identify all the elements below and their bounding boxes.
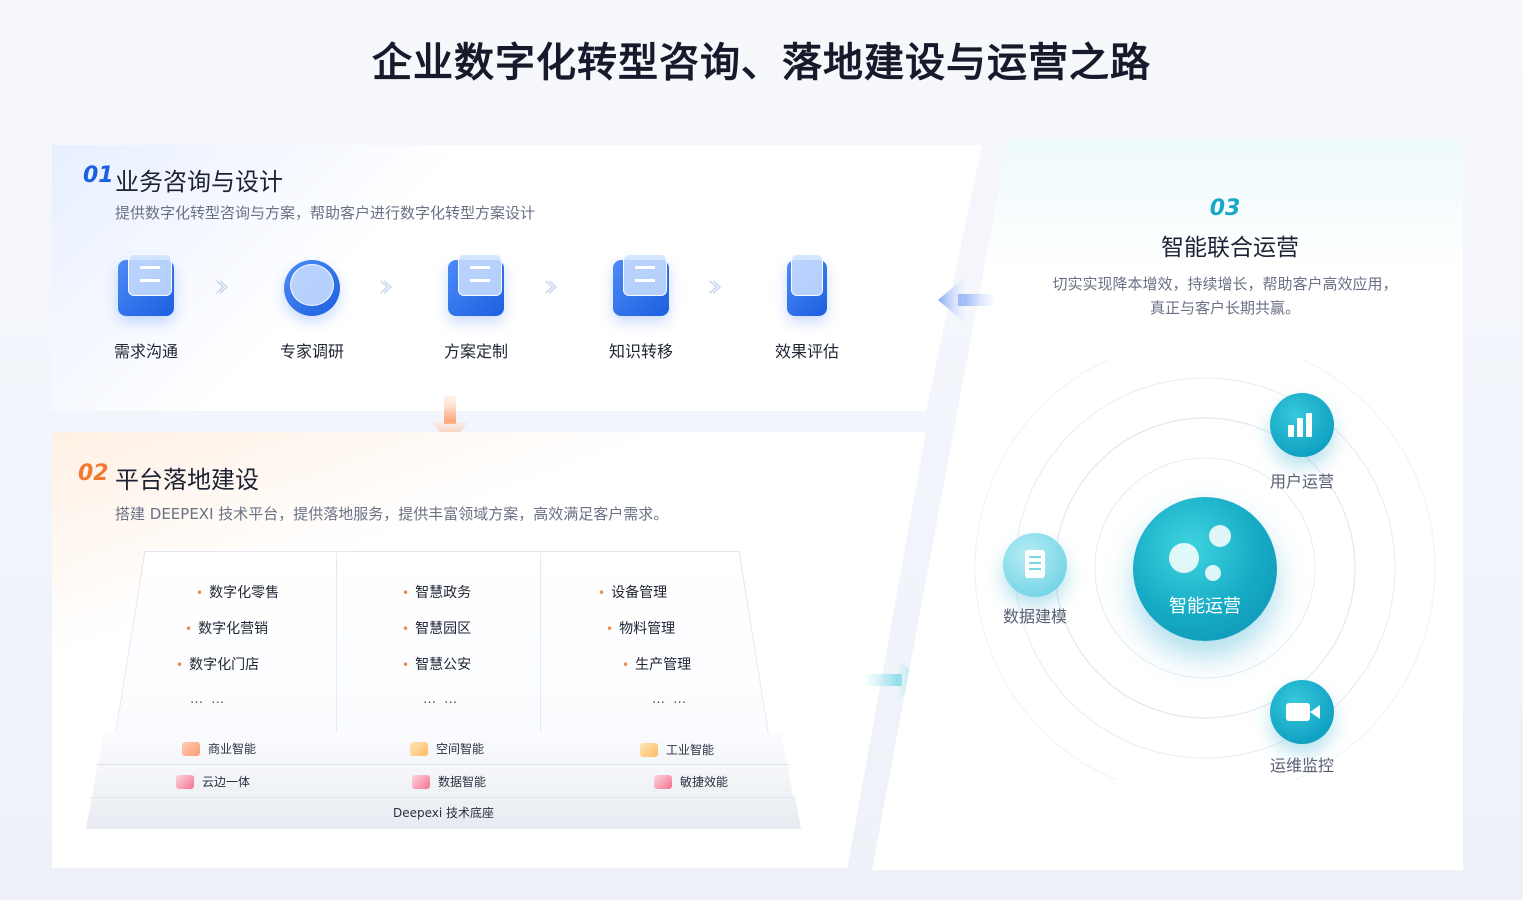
chevron-right-icon: ›› [707, 266, 724, 306]
capability-industrial-intelligence: 工业智能 [640, 741, 714, 758]
section1-description: 提供数字化转型咨询与方案，帮助客户进行数字化转型方案设计 [115, 204, 536, 222]
step-label: 知识转移 [608, 342, 673, 361]
document-icon [1003, 533, 1067, 597]
video-camera-icon [1270, 680, 1334, 744]
business-intelligence-icon [182, 741, 200, 756]
user-operations-label: 用户运营 [1269, 472, 1334, 491]
page-title: 企业数字化转型咨询、落地建设与运营之路 [372, 40, 1151, 86]
section3-title: 智能联合运营 [1161, 235, 1299, 261]
solution-item: • 智慧园区 [402, 621, 472, 637]
book-icon [613, 254, 669, 316]
chevron-right-icon: ›› [214, 266, 231, 306]
data-intelligence-icon [412, 774, 430, 789]
search-icon [284, 260, 340, 316]
step-expert-research: 专家调研 [262, 260, 362, 362]
step-solution-customization: 方案定制 [426, 254, 526, 362]
column-divider [540, 553, 541, 733]
arrow-left-icon [938, 278, 994, 322]
section2-number: 02 [78, 461, 109, 486]
solution-item: • 数字化门店 [176, 657, 260, 673]
chevron-right-icon: ›› [378, 266, 395, 306]
more-ellipsis: … … [652, 692, 689, 707]
tech-base-label: Deepexi 技术底座 [392, 806, 495, 820]
report-icon [787, 254, 827, 316]
section1-title: 业务咨询与设计 [115, 168, 283, 196]
solution-item: • 智慧公安 [402, 657, 472, 673]
column-divider [336, 553, 337, 733]
solution-item: • 物料管理 [606, 621, 676, 637]
capability-business-intelligence: 商业智能 [182, 740, 256, 757]
ops-monitoring-label: 运维监控 [1269, 756, 1334, 775]
section1-number: 01 [83, 163, 114, 188]
document-icon [448, 254, 504, 316]
data-modeling-label: 数据建模 [1002, 607, 1067, 626]
chart-bars-icon [1270, 393, 1334, 457]
more-ellipsis: … … [423, 692, 460, 707]
step-requirement-communication: 需求沟通 [96, 254, 196, 362]
step-knowledge-transfer: 知识转移 [591, 254, 691, 362]
agile-efficiency-icon [654, 774, 672, 789]
chevron-right-icon: ›› [543, 266, 560, 306]
section2-title: 平台落地建设 [115, 466, 259, 494]
smart-operations-core [1133, 497, 1277, 641]
industrial-intelligence-icon [640, 742, 658, 757]
solution-item: • 数字化营销 [185, 621, 269, 637]
step-label: 需求沟通 [113, 342, 178, 361]
spatial-intelligence-icon [410, 741, 428, 756]
section3-description: 切实实现降本增效，持续增长，帮助客户高效应用， 真正与客户长期共赢。 [1052, 275, 1398, 317]
section2-description: 搭建 DEEPEXI 技术平台，提供落地服务，提供丰富领域方案，高效满足客户需求… [115, 505, 669, 523]
capability-cloud-edge: 云边一体 [176, 773, 250, 790]
chat-icon [118, 254, 174, 316]
more-ellipsis: … … [190, 692, 227, 707]
capability-data-intelligence: 数据智能 [412, 773, 486, 790]
solution-item: • 生产管理 [622, 657, 692, 673]
section3-number: 03 [1209, 196, 1241, 221]
step-effect-evaluation: 效果评估 [757, 254, 857, 362]
solution-item: • 智慧政务 [402, 585, 472, 601]
step-label: 专家调研 [279, 342, 344, 361]
capability-spatial-intelligence: 空间智能 [410, 740, 484, 757]
step-label: 方案定制 [443, 342, 508, 361]
cloud-edge-icon [176, 774, 194, 789]
core-label: 智能运营 [1169, 596, 1241, 617]
step-label: 效果评估 [774, 342, 839, 361]
capability-agile-efficiency: 敏捷效能 [654, 773, 728, 790]
row-divider [96, 764, 789, 765]
solution-item: • 数字化零售 [196, 585, 280, 601]
solution-item: • 设备管理 [598, 585, 668, 601]
